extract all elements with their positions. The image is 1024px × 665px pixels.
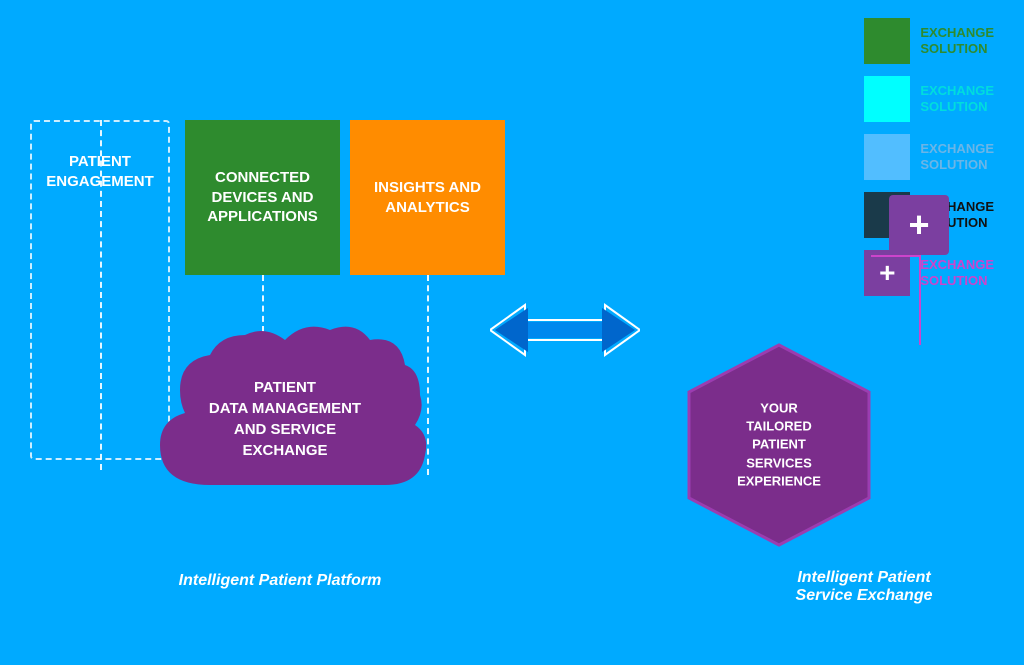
connect-line-vertical	[919, 255, 921, 345]
insights-analytics-label: INSIGHTS ANDANALYTICS	[374, 178, 481, 217]
insights-analytics-box: INSIGHTS ANDANALYTICS	[350, 120, 505, 275]
legend-color-green	[864, 18, 910, 64]
legend-color-cyan	[864, 76, 910, 122]
legend-label-cyan: EXCHANGESOLUTION	[920, 83, 994, 114]
service-exchange-label: Intelligent PatientService Exchange	[744, 569, 984, 605]
plus-connector-box: +	[889, 195, 949, 255]
connected-devices-box: CONNECTEDDEVICES ANDAPPLICATIONS	[185, 120, 340, 275]
legend-item-green: EXCHANGESOLUTION	[864, 18, 994, 64]
cloud-shape: PATIENTDATA MANAGEMENTAND SERVICEEXCHANG…	[130, 315, 440, 515]
legend-item-cyan: EXCHANGESOLUTION	[864, 76, 994, 122]
hexagon-shape: YOURTAILOREDPATIENTSERVICESEXPERIENCE	[684, 340, 874, 550]
legend-label-green: EXCHANGESOLUTION	[920, 25, 994, 56]
right-side-panel: + YOURTAILOREDPATIENTSERVICESEXPERIENCE …	[664, 120, 1004, 610]
platform-label: Intelligent Patient Platform	[30, 572, 530, 590]
dashed-line-left	[100, 120, 102, 470]
service-label-text: Intelligent PatientService Exchange	[796, 569, 933, 604]
connect-line-horizontal	[871, 255, 921, 257]
main-diagram: PATIENT ENGAGEMENT CONNECTEDDEVICES ANDA…	[30, 120, 570, 600]
plus-symbol: +	[908, 204, 929, 246]
connected-devices-label: CONNECTEDDEVICES ANDAPPLICATIONS	[207, 168, 318, 227]
double-arrow-icon	[490, 295, 640, 365]
